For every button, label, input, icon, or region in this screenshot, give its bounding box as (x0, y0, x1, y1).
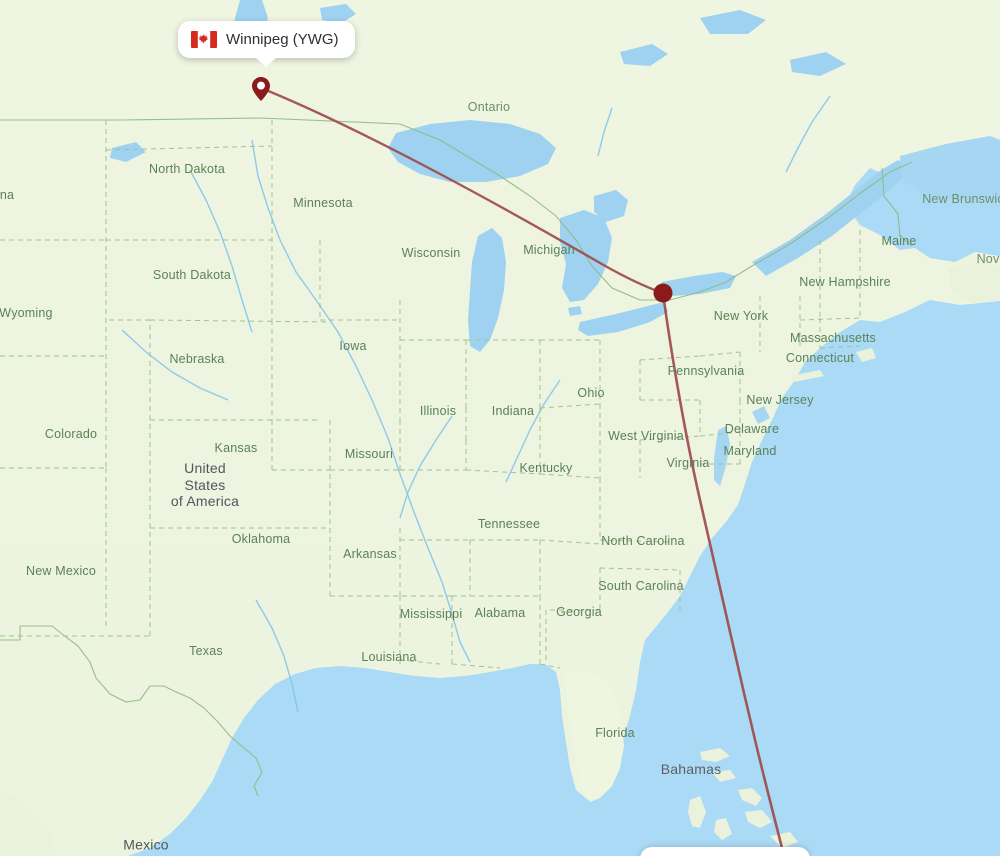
flight-route-map[interactable]: na North Dakota South Dakota Minnesota Wisco… (0, 0, 1000, 856)
map-base-layer (0, 0, 1000, 856)
tooltip-winnipeg-label: Winnipeg (YWG) (226, 31, 339, 48)
tooltip-winnipeg[interactable]: Winnipeg (YWG) (178, 21, 355, 67)
toronto-waypoint-dot (653, 283, 673, 303)
tooltip-arrow (255, 57, 278, 67)
canada-flag (191, 31, 217, 48)
winnipeg-origin-pin[interactable] (252, 77, 270, 101)
tooltip-destination-partial[interactable] (640, 847, 810, 856)
